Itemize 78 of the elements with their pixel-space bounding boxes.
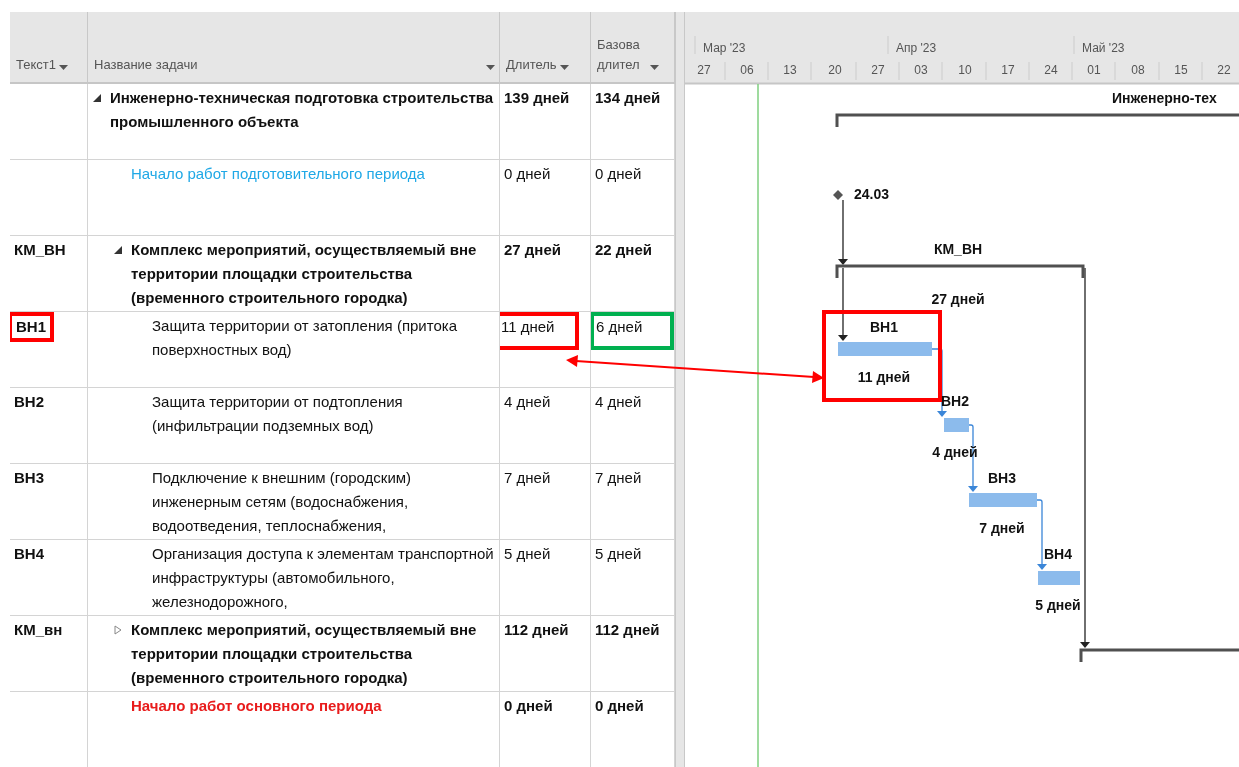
baseline-value: 7 дней [595, 469, 642, 486]
summary-bar[interactable] [835, 113, 1239, 127]
week-label: 27 [871, 63, 885, 77]
task-name: Подключение к внешним (городским) инженерным сетям (водоснабжения, водоотведения, теплоснабжения, [152, 468, 413, 536]
column-header[interactable]: Базова длител [591, 12, 675, 84]
bar-label: 27 дней [931, 291, 985, 307]
task-name: Инженерно-техническая подготовка строительства промышленного объекта [110, 88, 495, 132]
bar-label: ВН3 [988, 470, 1016, 486]
week-label: 13 [783, 63, 797, 77]
month-label: Мар '23 [703, 41, 746, 55]
dropdown-icon[interactable] [650, 65, 659, 70]
bar-label: 24.03 [854, 186, 890, 202]
bar-label: 11 дней [857, 369, 911, 385]
task-code: ВН3 [14, 469, 44, 486]
task-name: Комплекс мероприятий, осуществляемый вне территории площадки строительства (временного строительного городка) [131, 620, 478, 688]
duration-value: 0 дней [504, 165, 551, 182]
bar-label: КМ_ВН [933, 241, 983, 257]
column-header[interactable]: Текст1 [10, 12, 88, 84]
bar-label: 5 дней [1035, 597, 1081, 613]
collapse-icon[interactable] [114, 246, 122, 254]
bar-label: ВН4 [1044, 546, 1072, 562]
week-label: 01 [1087, 63, 1101, 77]
duration-value: 27 дней [504, 241, 561, 258]
summary-bar[interactable] [1079, 648, 1239, 662]
duration-value: 139 дней [504, 89, 570, 106]
duration-value: 5 дней [504, 545, 551, 562]
bar-label: Инженерно-тех [1112, 90, 1217, 106]
task-code: КМ_ВН [14, 241, 66, 258]
task-name: Начало работ основного периода [131, 696, 383, 716]
duration-value: 112 дней [504, 621, 569, 638]
summary-bar[interactable] [835, 264, 1085, 278]
column-header[interactable]: Длитель [500, 12, 591, 84]
bar-label: ВН2 [941, 393, 969, 409]
baseline-value: 0 дней [595, 697, 644, 714]
week-label: 03 [914, 63, 928, 77]
week-label: 06 [740, 63, 754, 77]
week-label: 17 [1001, 63, 1015, 77]
task-name: Комплекс мероприятий, осуществляемый вне территории площадки строительства (временного строительного городка) [131, 240, 478, 308]
week-label: 22 [1217, 63, 1231, 77]
bar-label: 7 дней [979, 520, 1025, 536]
duration-value: 7 дней [504, 469, 551, 486]
baseline-value: 4 дней [595, 393, 642, 410]
task-code: ВН2 [14, 393, 44, 410]
task-name: Организация доступа к элементам транспортной инфраструктуры (автомобильного, железнодорожного, [152, 544, 495, 612]
month-label: Май '23 [1082, 41, 1125, 55]
week-label: 27 [697, 63, 711, 77]
milestone-icon[interactable] [833, 190, 843, 200]
baseline-value: 6 дней [591, 312, 674, 350]
task-name: Защита территории от подтопления (инфильтрации подземных вод) [152, 392, 404, 436]
duration-value: 0 дней [504, 697, 553, 714]
dependency-arrow [1036, 499, 1047, 570]
month-label: Апр '23 [896, 41, 937, 55]
week-label: 10 [958, 63, 972, 77]
week-label: 08 [1131, 63, 1145, 77]
dropdown-icon[interactable] [486, 65, 495, 70]
dropdown-icon[interactable] [58, 65, 68, 70]
dependency-arrow [838, 199, 848, 265]
baseline-value: 22 дней [595, 241, 652, 258]
baseline-value: 112 дней [595, 621, 660, 638]
task-code: ВН1 [10, 312, 54, 342]
column-header[interactable]: Название задачи [88, 12, 500, 84]
baseline-value: 0 дней [595, 165, 642, 182]
collapse-icon[interactable] [93, 94, 101, 102]
bar-label: 4 дней [932, 444, 978, 460]
task-code: КМ_вн [14, 621, 63, 638]
task-name: Начало работ подготовительного периода [131, 164, 426, 184]
duration-value: 4 дней [504, 393, 551, 410]
week-label: 20 [828, 63, 842, 77]
task-name: Защита территории от затопления (притока поверхностных вод) [152, 316, 459, 360]
task-code: ВН4 [14, 545, 44, 562]
duration-value: 11 дней [500, 312, 579, 350]
week-label: 24 [1044, 63, 1058, 77]
dropdown-icon[interactable] [559, 65, 569, 70]
expand-icon[interactable] [114, 625, 122, 635]
baseline-value: 5 дней [595, 545, 642, 562]
baseline-value: 134 дней [595, 89, 661, 106]
week-label: 15 [1174, 63, 1188, 77]
bar-label: ВН1 [870, 319, 898, 335]
